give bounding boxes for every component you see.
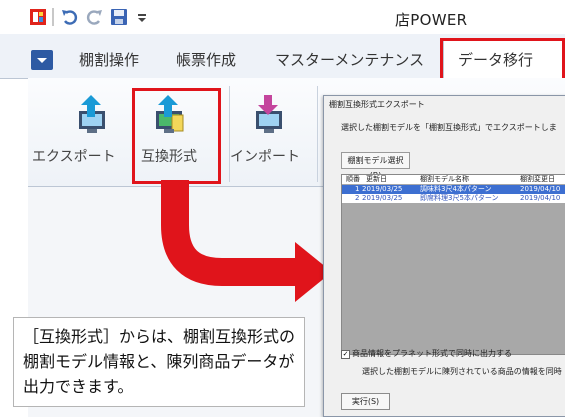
export-button[interactable]: エクスポート [32, 146, 116, 166]
cell-changed: 2019/04/10 [520, 185, 561, 193]
file-menu-button[interactable] [31, 50, 53, 70]
select-model-button[interactable]: 棚割モデル選択(B) [341, 152, 410, 180]
app-logo-icon [29, 7, 47, 27]
title-bar: 店POWER [0, 0, 565, 35]
redo-icon[interactable] [84, 7, 104, 27]
column-header-order: 順番 [346, 175, 360, 183]
checkbox-label: 商品情報をプラネット形式で同時に出力する [352, 349, 512, 358]
save-icon[interactable] [109, 7, 129, 27]
column-header-updated: 更新日 [366, 175, 387, 183]
list-item[interactable]: 2 2019/03/25 即席料理3尺5本パターン 2019/04/10 [342, 194, 565, 203]
highlight-box-button [132, 88, 221, 184]
model-list[interactable]: 順番 更新日 棚割モデル名称 棚割変更日 1 2019/03/25 調味料3尺4… [341, 174, 565, 355]
planet-format-checkbox[interactable]: ✓ [341, 350, 350, 359]
app-window: 店POWER 棚割操作 帳票作成 マスターメンテナンス データ移行 エクスポート… [0, 0, 565, 417]
callout-text: ［互換形式］からは、棚割互換形式の棚割モデル情報と、陳列商品データが出力できます… [23, 327, 296, 396]
execute-button[interactable]: 実行(S) [341, 393, 390, 410]
dropdown-arrow-icon [37, 58, 47, 63]
import-button[interactable]: インポート [230, 146, 300, 166]
dialog-message: 選択した棚割モデルを「棚割互換形式」でエクスポートしま [341, 123, 557, 132]
cell-name: 調味料3尺4本パターン [420, 185, 492, 193]
cell-updated: 2019/03/25 [362, 185, 403, 193]
cell-name: 即席料理3尺5本パターン [420, 194, 499, 202]
column-header-name: 棚割モデル名称 [420, 175, 469, 183]
list-header: 順番 更新日 棚割モデル名称 棚割変更日 [342, 175, 565, 184]
dialog-title: 棚割互換形式エクスポート [329, 100, 425, 109]
qat-separator [52, 8, 54, 26]
export-dialog: 棚割互換形式エクスポート 選択した棚割モデルを「棚割互換形式」でエクスポートしま… [323, 95, 565, 417]
cell-updated: 2019/03/25 [362, 194, 403, 202]
export-icon [73, 93, 113, 137]
dialog-note: 選択した棚割モデルに陳列されている商品の情報を同時 [362, 367, 562, 376]
callout-box: ［互換形式］からは、棚割互換形式の棚割モデル情報と、陳列商品データが出力できます… [13, 317, 305, 407]
group-separator [229, 86, 230, 182]
undo-icon[interactable] [60, 7, 80, 27]
window-title: 店POWER [395, 11, 468, 29]
list-item[interactable]: 1 2019/03/25 調味料3尺4本パターン 2019/04/10 [342, 185, 565, 194]
tab-master-maintenance[interactable]: マスターメンテナンス [275, 49, 424, 70]
import-icon [250, 93, 290, 137]
column-header-changed: 棚割変更日 [520, 175, 555, 183]
tab-report-creation[interactable]: 帳票作成 [176, 49, 236, 70]
cell-changed: 2019/04/10 [520, 194, 561, 202]
group-separator [317, 86, 318, 182]
cell-order: 1 [355, 185, 360, 193]
qat-customize-icon[interactable] [135, 7, 149, 27]
red-arrow-icon [161, 180, 332, 302]
tab-shelf-operation[interactable]: 棚割操作 [79, 49, 139, 70]
cell-order: 2 [355, 194, 360, 202]
